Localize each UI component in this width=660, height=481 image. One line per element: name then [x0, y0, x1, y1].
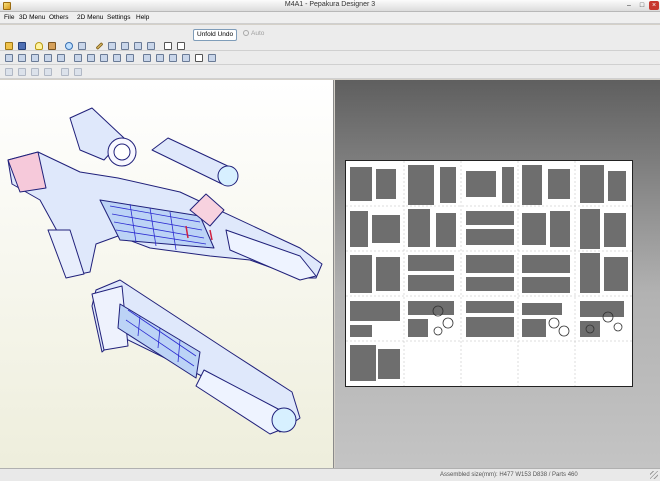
menu-2d[interactable]: 2D Menu [77, 14, 103, 21]
rotate-icon[interactable] [77, 41, 87, 51]
menu-3d[interactable]: 3D Menu [19, 14, 45, 21]
auto-label: Auto [251, 30, 265, 37]
fit-icon[interactable] [155, 53, 165, 63]
edit-icon[interactable] [94, 41, 104, 51]
minimize-button[interactable]: – [624, 1, 634, 10]
main-toolbar: Unfold Undo Auto [0, 25, 660, 51]
view-back-icon[interactable] [17, 67, 27, 77]
auto-radio [243, 30, 249, 36]
move-icon[interactable] [73, 53, 83, 63]
view-toolbar [0, 65, 660, 79]
menu-others[interactable]: Others [49, 14, 69, 21]
title-bar: M4A1 - Pepakura Designer 3 – □ × [0, 0, 660, 12]
save-icon[interactable] [17, 41, 27, 51]
tab-icon[interactable] [146, 41, 156, 51]
pattern-sheet[interactable] [345, 160, 633, 387]
open-icon[interactable] [4, 41, 14, 51]
zoom-icon[interactable] [142, 53, 152, 63]
print-icon[interactable] [194, 53, 204, 63]
select-icon[interactable] [4, 53, 14, 63]
unfold-icon[interactable] [64, 41, 74, 51]
hand-icon[interactable] [168, 53, 178, 63]
menu-bar: File 3D Menu Others 2D Menu Settings Hel… [0, 12, 660, 24]
cube-icon[interactable] [47, 41, 57, 51]
settings-icon[interactable] [207, 53, 217, 63]
layout-icon[interactable] [181, 53, 191, 63]
menu-help[interactable]: Help [136, 14, 149, 21]
part-icon[interactable] [107, 41, 117, 51]
menu-settings[interactable]: Settings [107, 14, 131, 21]
light-icon[interactable] [34, 41, 44, 51]
grid-icon[interactable] [30, 53, 40, 63]
menu-file[interactable]: File [4, 14, 14, 21]
2d-view-pane[interactable] [335, 80, 660, 468]
unfold-undo-button[interactable]: Unfold Undo [193, 29, 238, 41]
3d-model-wireframe [7, 107, 323, 435]
unfolded-parts-pattern [346, 161, 632, 386]
texture-icon[interactable] [56, 53, 66, 63]
3d-view-pane[interactable] [0, 80, 334, 468]
window-title: M4A1 - Pepakura Designer 3 [284, 1, 376, 8]
anchor-icon[interactable] [120, 41, 130, 51]
close-button[interactable]: × [649, 1, 659, 10]
view-side-icon[interactable] [30, 67, 40, 77]
status-text: Assembled size(mm): H477 W153 D838 / Par… [440, 472, 578, 478]
resize-grip-icon[interactable] [650, 471, 658, 479]
edit-toolbar [0, 51, 660, 65]
view-front-icon[interactable] [4, 67, 14, 77]
auto-toggle[interactable]: Auto [243, 29, 264, 41]
frame-icon[interactable] [163, 41, 173, 51]
view-top-icon[interactable] [43, 67, 53, 77]
join-icon[interactable] [133, 41, 143, 51]
status-bar: Assembled size(mm): H477 W153 D838 / Par… [0, 468, 660, 481]
link-icon[interactable] [125, 53, 135, 63]
redo-icon[interactable] [73, 67, 83, 77]
maximize-button[interactable]: □ [637, 1, 647, 10]
split-icon[interactable] [112, 53, 122, 63]
undo-icon[interactable] [60, 67, 70, 77]
display-icon[interactable] [86, 53, 96, 63]
flap-icon[interactable] [43, 53, 53, 63]
page-icon[interactable] [176, 41, 186, 51]
fold-icon[interactable] [17, 53, 27, 63]
connect-icon[interactable] [99, 53, 109, 63]
